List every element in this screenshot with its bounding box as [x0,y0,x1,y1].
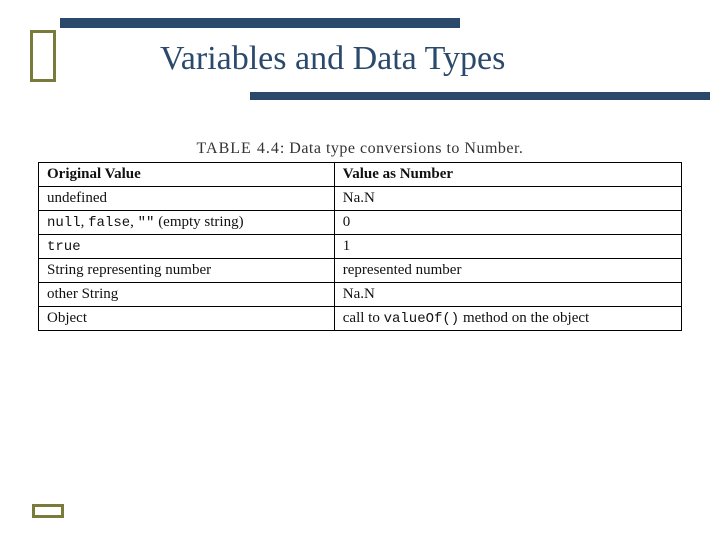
table-row: null, false, "" (empty string) 0 [39,211,682,235]
table-row: true 1 [39,235,682,259]
cell-original: undefined [39,187,335,211]
table-caption: TABLE 4.4: Data type conversions to Numb… [38,140,682,158]
table-row: Object call to valueOf() method on the o… [39,307,682,331]
cell-number: represented number [334,259,681,283]
cell-number: 1 [334,235,681,259]
cell-original: null, false, "" (empty string) [39,211,335,235]
table-caption-text: : Data type conversions to Number. [280,140,524,157]
conversion-table: Original Value Value as Number undefined… [38,162,682,331]
cell-original: true [39,235,335,259]
header-original-value: Original Value [39,163,335,187]
table-header-row: Original Value Value as Number [39,163,682,187]
table-row: String representing number represented n… [39,259,682,283]
cell-number: 0 [334,211,681,235]
cell-original: String representing number [39,259,335,283]
slide-title: Variables and Data Types [160,40,505,78]
top-accent-bar [60,18,460,28]
cell-number: Na.N [334,187,681,211]
mid-accent-bar [250,92,710,100]
decorative-box-top [30,30,56,82]
decorative-box-bottom [32,504,64,518]
header-value-as-number: Value as Number [334,163,681,187]
cell-original: Object [39,307,335,331]
cell-original: other String [39,283,335,307]
table-caption-label: TABLE 4.4 [197,140,280,157]
table-row: undefined Na.N [39,187,682,211]
table-row: other String Na.N [39,283,682,307]
cell-number: call to valueOf() method on the object [334,307,681,331]
table-container: TABLE 4.4: Data type conversions to Numb… [38,140,682,331]
cell-number: Na.N [334,283,681,307]
